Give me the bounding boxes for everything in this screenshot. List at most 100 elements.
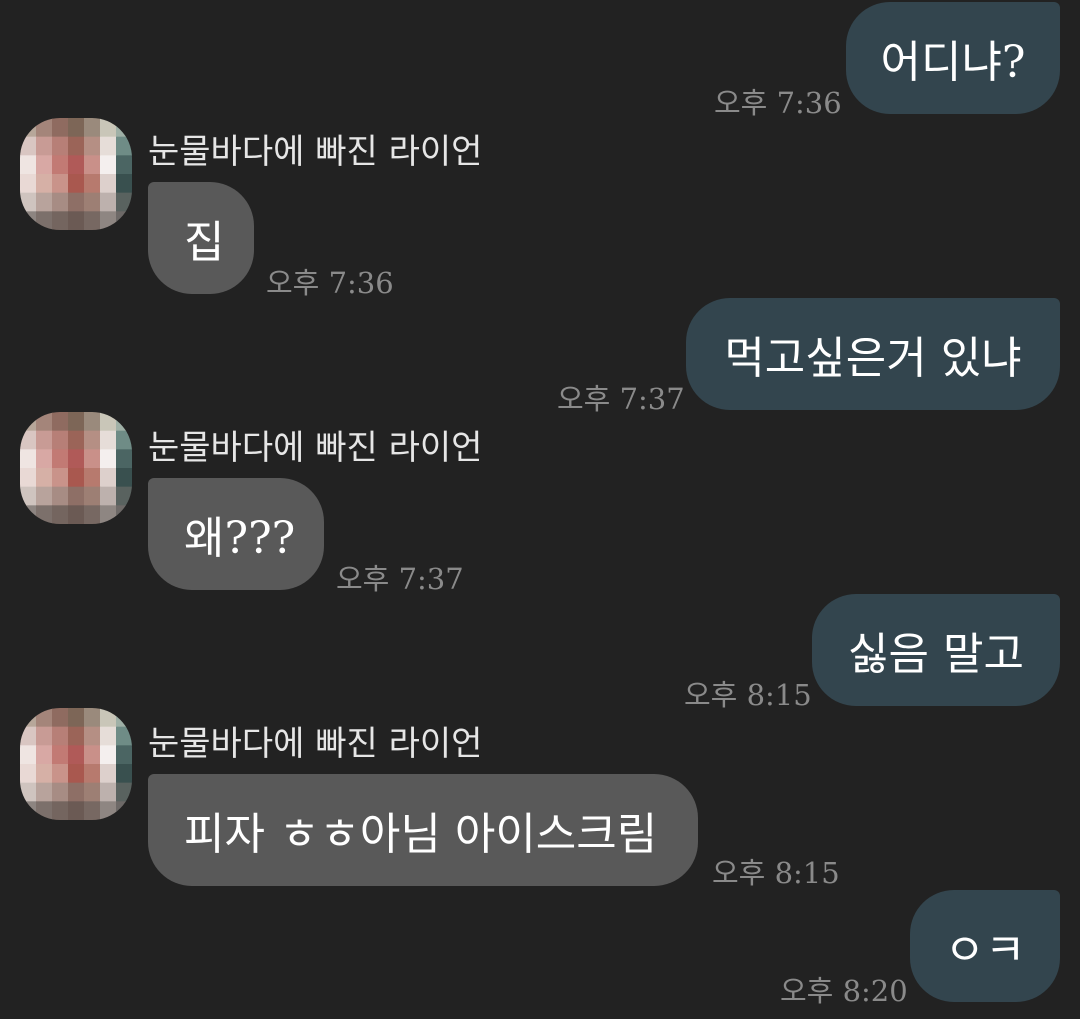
- message-text: 피자 ㅎㅎ아님 아이스크림: [184, 809, 658, 860]
- message-timestamp: 오후 8:15: [684, 678, 812, 712]
- avatar-mosaic-tile: [36, 155, 53, 175]
- sent-message-bubble[interactable]: 어디냐?: [846, 2, 1060, 114]
- avatar-mosaic-tile: [36, 192, 53, 212]
- avatar-mosaic-tile: [84, 468, 101, 488]
- avatar-mosaic-tile: [20, 155, 37, 175]
- avatar-mosaic-tile: [116, 764, 132, 784]
- avatar-mosaic-tile: [68, 118, 85, 138]
- avatar-mosaic-tile: [20, 486, 37, 506]
- avatar-mosaic-tile: [20, 782, 37, 802]
- avatar-mosaic-tile: [52, 174, 69, 194]
- avatar-mosaic-tile: [36, 118, 53, 138]
- chat-message-list[interactable]: 어디냐? 오후 7:36 눈물바다에 빠진 라이언 집 오후 7:36 먹고싶은…: [0, 0, 1080, 1019]
- message-text: 어디냐?: [880, 37, 1026, 88]
- avatar-mosaic-tile: [20, 708, 37, 728]
- avatar-mosaic-tile: [116, 211, 132, 230]
- avatar[interactable]: [20, 118, 132, 230]
- avatar-mosaic-tile: [100, 430, 117, 450]
- pixelated-avatar-image: [20, 118, 132, 230]
- avatar-mosaic-tile: [36, 745, 53, 765]
- avatar-mosaic-tile: [68, 745, 85, 765]
- avatar-mosaic-tile: [52, 192, 69, 212]
- avatar-mosaic-tile: [52, 412, 69, 432]
- message-text: ㅇㅋ: [944, 925, 1026, 976]
- avatar-mosaic-tile: [20, 801, 37, 820]
- avatar-mosaic-tile: [52, 136, 69, 156]
- avatar-mosaic-tile: [36, 449, 53, 469]
- avatar-mosaic-tile: [20, 449, 37, 469]
- avatar-mosaic-tile: [84, 118, 101, 138]
- avatar-mosaic-tile: [84, 486, 101, 506]
- avatar-mosaic-tile: [52, 118, 69, 138]
- avatar-mosaic-tile: [84, 430, 101, 450]
- avatar-mosaic-tile: [68, 801, 85, 820]
- avatar[interactable]: [20, 412, 132, 524]
- avatar-mosaic-tile: [68, 505, 85, 524]
- avatar-mosaic-tile: [52, 211, 69, 230]
- sent-message-bubble[interactable]: ㅇㅋ: [910, 890, 1060, 1002]
- avatar-mosaic-tile: [100, 782, 117, 802]
- avatar-mosaic-tile: [100, 486, 117, 506]
- avatar-mosaic-tile: [68, 486, 85, 506]
- avatar-mosaic-tile: [20, 412, 37, 432]
- sender-name: 눈물바다에 빠진 라이언: [148, 724, 483, 764]
- message-timestamp: 오후 7:37: [336, 562, 464, 596]
- avatar-mosaic-tile: [100, 192, 117, 212]
- avatar-mosaic-tile: [100, 211, 117, 230]
- avatar-mosaic-tile: [68, 192, 85, 212]
- avatar-mosaic-tile: [116, 801, 132, 820]
- avatar-mosaic-tile: [36, 782, 53, 802]
- avatar-mosaic-tile: [20, 136, 37, 156]
- message-timestamp: 오후 8:20: [780, 974, 908, 1008]
- avatar-mosaic-tile: [116, 192, 132, 212]
- avatar-mosaic-tile: [116, 782, 132, 802]
- avatar-mosaic-tile: [68, 726, 85, 746]
- avatar-mosaic-tile: [36, 726, 53, 746]
- avatar-mosaic-tile: [52, 449, 69, 469]
- avatar-mosaic-tile: [52, 801, 69, 820]
- avatar-mosaic-tile: [84, 726, 101, 746]
- avatar-mosaic-tile: [68, 764, 85, 784]
- avatar-mosaic-tile: [20, 211, 37, 230]
- received-message-bubble[interactable]: 피자 ㅎㅎ아님 아이스크림: [148, 774, 698, 886]
- received-message-bubble[interactable]: 집: [148, 182, 254, 294]
- avatar-mosaic-tile: [84, 764, 101, 784]
- avatar-mosaic-tile: [84, 412, 101, 432]
- avatar-mosaic-tile: [20, 192, 37, 212]
- avatar-mosaic-tile: [68, 412, 85, 432]
- avatar-mosaic-tile: [20, 745, 37, 765]
- avatar-mosaic-tile: [116, 174, 132, 194]
- avatar-mosaic-tile: [36, 174, 53, 194]
- avatar-mosaic-tile: [84, 505, 101, 524]
- avatar-mosaic-tile: [68, 449, 85, 469]
- avatar-mosaic-tile: [68, 430, 85, 450]
- avatar-mosaic-tile: [36, 486, 53, 506]
- message-timestamp: 오후 7:36: [266, 266, 394, 300]
- avatar-mosaic-tile: [36, 412, 53, 432]
- avatar-mosaic-tile: [68, 211, 85, 230]
- avatar-mosaic-tile: [84, 155, 101, 175]
- avatar-mosaic-tile: [100, 174, 117, 194]
- avatar-mosaic-tile: [84, 449, 101, 469]
- avatar-mosaic-tile: [100, 155, 117, 175]
- avatar-mosaic-tile: [36, 136, 53, 156]
- avatar-mosaic-tile: [116, 136, 132, 156]
- avatar-mosaic-tile: [68, 136, 85, 156]
- avatar-mosaic-tile: [52, 505, 69, 524]
- avatar-mosaic-tile: [68, 708, 85, 728]
- avatar[interactable]: [20, 708, 132, 820]
- avatar-mosaic-tile: [116, 726, 132, 746]
- avatar-mosaic-tile: [52, 430, 69, 450]
- sent-message-bubble[interactable]: 먹고싶은거 있냐: [686, 298, 1060, 410]
- received-message-bubble[interactable]: 왜???: [148, 478, 324, 590]
- avatar-mosaic-tile: [68, 174, 85, 194]
- avatar-mosaic-tile: [100, 468, 117, 488]
- avatar-mosaic-tile: [36, 801, 53, 820]
- avatar-mosaic-tile: [52, 155, 69, 175]
- sent-message-bubble[interactable]: 싫음 말고: [812, 594, 1060, 706]
- pixelated-avatar-image: [20, 412, 132, 524]
- message-text: 싫음 말고: [848, 629, 1024, 680]
- avatar-mosaic-tile: [20, 505, 37, 524]
- avatar-mosaic-tile: [52, 745, 69, 765]
- avatar-mosaic-tile: [36, 505, 53, 524]
